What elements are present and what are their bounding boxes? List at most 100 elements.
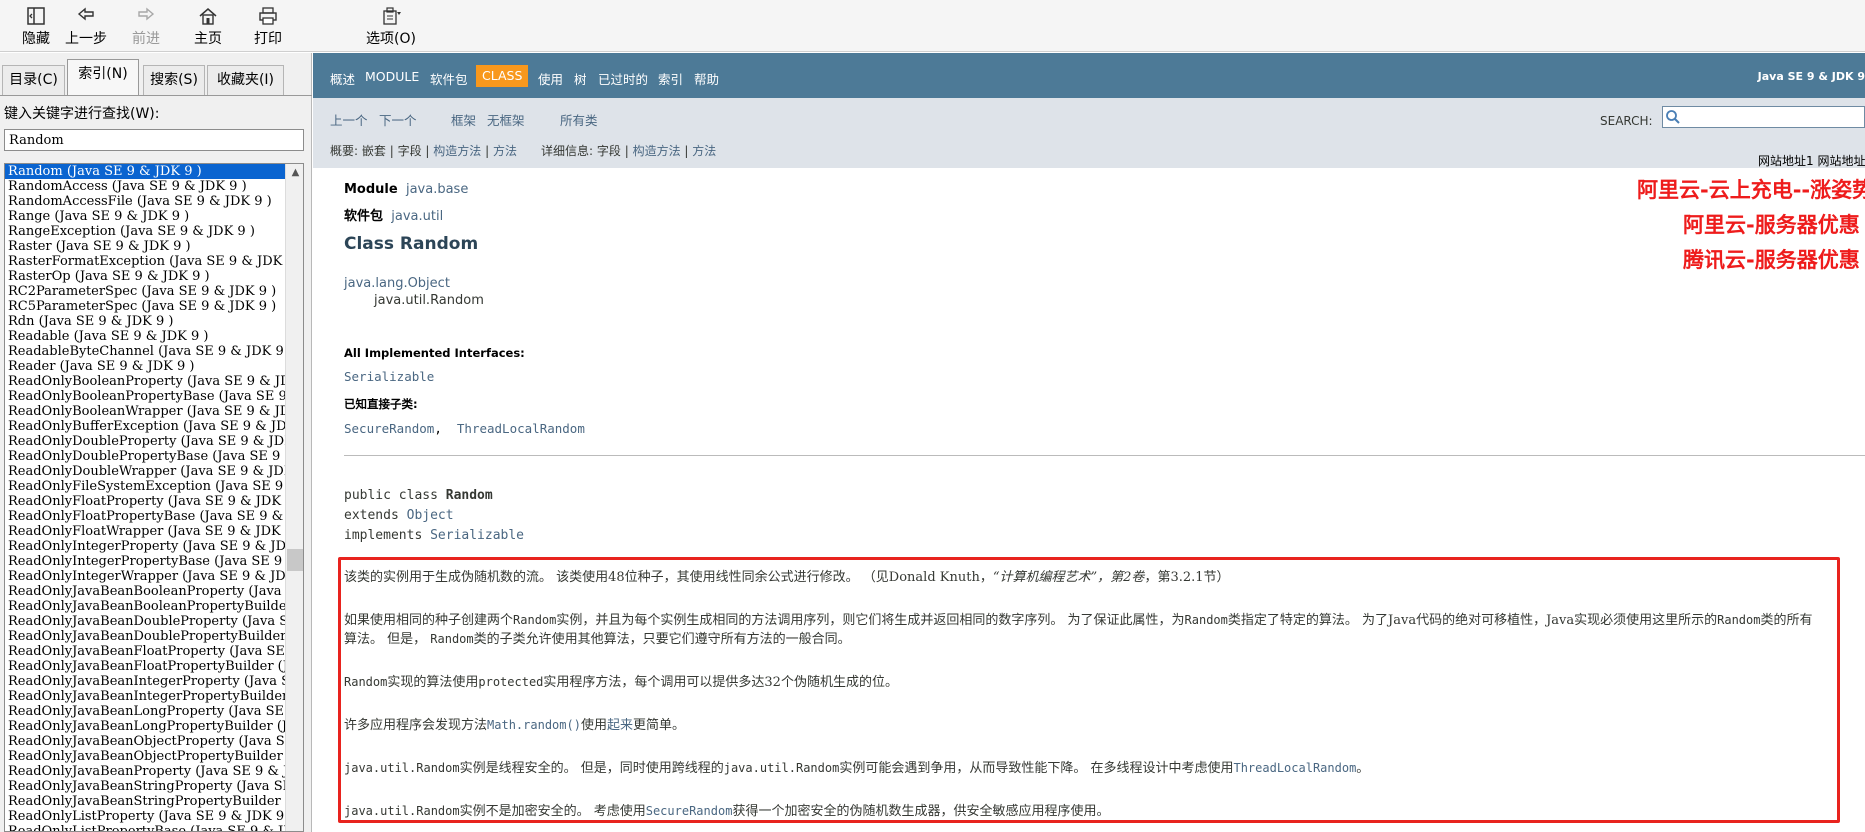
keyword-input[interactable] (4, 129, 304, 151)
index-list-item[interactable]: ReadOnlyJavaBeanIntegerProperty (Java SE… (5, 674, 285, 689)
securerandom-link[interactable]: SecureRandom (344, 421, 434, 436)
decl-object-link[interactable]: Object (407, 508, 454, 523)
index-list-item[interactable]: ReadOnlyBufferException (Java SE 9 & JDK… (5, 419, 285, 434)
index-list-item[interactable]: ReadOnlyJavaBeanBooleanProperty (Java SE… (5, 584, 285, 599)
module-link[interactable]: java.base (406, 182, 468, 197)
package-link[interactable]: java.util (391, 209, 443, 224)
index-list-item[interactable]: ReadOnlyJavaBeanLongPropertyBuilder (Jav… (5, 719, 285, 734)
index-list-item[interactable]: ReadOnlyJavaBeanStringProperty (Java SE … (5, 779, 285, 794)
print-button[interactable]: 打印 (232, 4, 304, 50)
index-list-item[interactable]: Range (Java SE 9 & JDK 9 ) (5, 209, 285, 224)
summary-constructor-link[interactable]: 构造方法 (433, 144, 481, 158)
index-list-item[interactable]: ReadOnlyJavaBeanDoublePropertyBuilder (J… (5, 629, 285, 644)
index-list-item[interactable]: RandomAccess (Java SE 9 & JDK 9 ) (5, 179, 285, 194)
nav-help[interactable]: 帮助 (694, 69, 719, 88)
index-list-item[interactable]: ReadOnlyDoubleProperty (Java SE 9 & JDK … (5, 434, 285, 449)
nav-tree[interactable]: 树 (574, 69, 587, 88)
scroll-up-arrow-icon[interactable]: ▲ (286, 164, 303, 182)
sub-nav-bar: 上一个 下一个 框架 无框架 所有类 概要: 嵌套 | 字段 | 构造方法 | … (313, 98, 1865, 168)
p4-link[interactable]: 起来 (607, 718, 633, 733)
package-label: 软件包 (344, 209, 384, 224)
decl-serializable-link[interactable]: Serializable (430, 528, 524, 543)
index-list-item[interactable]: ReadOnlyJavaBeanStringPropertyBuilder (J… (5, 794, 285, 809)
nav-use[interactable]: 使用 (538, 69, 563, 88)
index-list-item[interactable]: ReadableByteChannel (Java SE 9 & JDK 9 ) (5, 344, 285, 359)
index-list-item[interactable]: ReadOnlyFileSystemException (Java SE 9 &… (5, 479, 285, 494)
frames-link[interactable]: 框架 (451, 110, 476, 129)
options-button[interactable]: 选项(O) (354, 4, 428, 50)
index-list-item[interactable]: RasterFormatException (Java SE 9 & JDK 9… (5, 254, 285, 269)
index-list-item[interactable]: ReadOnlyListProperty (Java SE 9 & JDK 9 … (5, 809, 285, 824)
index-list-item[interactable]: ReadOnlyIntegerProperty (Java SE 9 & JDK… (5, 539, 285, 554)
nav-module[interactable]: MODULE (365, 69, 419, 84)
detail-method-link[interactable]: 方法 (692, 144, 716, 158)
inheritance-parent-link[interactable]: java.lang.Object (344, 276, 450, 291)
math-random-link[interactable]: Math.random() (487, 718, 581, 732)
securerandom-inline-link[interactable]: SecureRandom (646, 804, 733, 818)
threadlocalrandom-inline-link[interactable]: ThreadLocalRandom (1233, 761, 1356, 775)
index-list-item[interactable]: ReadOnlyJavaBeanIntegerPropertyBuilder (… (5, 689, 285, 704)
index-list-item[interactable]: ReadOnlyIntegerWrapper (Java SE 9 & JDK … (5, 569, 285, 584)
p5-text-c: 。 (1356, 761, 1370, 776)
index-list-item[interactable]: ReadOnlyFloatWrapper (Java SE 9 & JDK 9 … (5, 524, 285, 539)
all-classes-link[interactable]: 所有类 (560, 110, 598, 129)
index-list-item[interactable]: Raster (Java SE 9 & JDK 9 ) (5, 239, 285, 254)
index-list-item[interactable]: Reader (Java SE 9 & JDK 9 ) (5, 359, 285, 374)
nav-package[interactable]: 软件包 (430, 69, 468, 88)
detail-constructor-link[interactable]: 构造方法 (633, 144, 681, 158)
index-list-item[interactable]: ReadOnlyFloatProperty (Java SE 9 & JDK 9… (5, 494, 285, 509)
index-scrollbar[interactable]: ▲ (285, 164, 303, 831)
tab-search[interactable]: 搜索(S) (143, 65, 205, 95)
index-list-item[interactable]: ReadOnlyJavaBeanLongProperty (Java SE 9 … (5, 704, 285, 719)
index-list-item[interactable]: ReadOnlyIntegerPropertyBase (Java SE 9 &… (5, 554, 285, 569)
index-list-item[interactable]: ReadOnlyDoublePropertyBase (Java SE 9 & … (5, 449, 285, 464)
prev-class-link[interactable]: 上一个 (330, 110, 368, 129)
index-listbox[interactable]: Random (Java SE 9 & JDK 9 ) RandomAccess … (4, 163, 304, 832)
index-list-item[interactable]: Readable (Java SE 9 & JDK 9 ) (5, 329, 285, 344)
index-list-item[interactable]: ReadOnlyJavaBeanFloatProperty (Java SE 9… (5, 644, 285, 659)
index-list-item[interactable]: Rdn (Java SE 9 & JDK 9 ) (5, 314, 285, 329)
tab-contents[interactable]: 目录(C) (2, 65, 65, 95)
nav-deprecated[interactable]: 已过时的 (598, 69, 648, 88)
tab-index[interactable]: 索引(N) (67, 59, 139, 96)
index-list-item[interactable]: ReadOnlyBooleanProperty (Java SE 9 & JDK… (5, 374, 285, 389)
ad-link-3[interactable]: 腾讯云-服务器优惠 (1683, 244, 1860, 274)
p5-text-a: 实例是线程安全的。 但是，同时使用跨线程的 (459, 761, 724, 776)
index-list-item[interactable]: RangeException (Java SE 9 & JDK 9 ) (5, 224, 285, 239)
summary-method-link[interactable]: 方法 (493, 144, 517, 158)
index-list-item[interactable]: Random (Java SE 9 & JDK 9 ) (5, 164, 285, 179)
class-declaration: public class Random extends Object imple… (344, 486, 524, 546)
section-divider (344, 455, 1865, 456)
serializable-link[interactable]: Serializable (344, 369, 434, 384)
index-list-item[interactable]: ReadOnlyDoubleWrapper (Java SE 9 & JDK 9… (5, 464, 285, 479)
index-list-item[interactable]: RC5ParameterSpec (Java SE 9 & JDK 9 ) (5, 299, 285, 314)
p2-code-1: Random (513, 613, 557, 627)
index-list-item[interactable]: ReadOnlyBooleanWrapper (Java SE 9 & JDK … (5, 404, 285, 419)
index-list-item[interactable]: ReadOnlyJavaBeanObjectPropertyBuilder (J… (5, 749, 285, 764)
ad-link-1[interactable]: 阿里云-云上充电--涨姿势 (1637, 174, 1865, 204)
next-class-link[interactable]: 下一个 (379, 110, 417, 129)
index-list-item[interactable]: ReadOnlyFloatPropertyBase (Java SE 9 & J… (5, 509, 285, 524)
ad-link-2[interactable]: 阿里云-服务器优惠 (1683, 209, 1860, 239)
tab-favorites[interactable]: 收藏夹(I) (207, 65, 284, 95)
index-list-item[interactable]: ReadOnlyBooleanPropertyBase (Java SE 9 &… (5, 389, 285, 404)
detail-label: 详细信息: (541, 144, 594, 158)
index-list-item[interactable]: ReadOnlyJavaBeanBooleanPropertyBuilder (… (5, 599, 285, 614)
nav-index[interactable]: 索引 (658, 69, 683, 88)
index-list-item[interactable]: RandomAccessFile (Java SE 9 & JDK 9 ) (5, 194, 285, 209)
threadlocalrandom-link[interactable]: ThreadLocalRandom (457, 421, 585, 436)
index-list-item[interactable]: ReadOnlyJavaBeanObjectProperty (Java SE … (5, 734, 285, 749)
index-list-item[interactable]: ReadOnlyJavaBeanProperty (Java SE 9 & JD… (5, 764, 285, 779)
site-address-links[interactable]: 网站地址1 网站地址2 (1758, 152, 1865, 169)
decl-implements: implements (344, 528, 431, 543)
scrollbar-thumb[interactable] (287, 549, 303, 571)
index-list-item[interactable]: ReadOnlyJavaBeanDoubleProperty (Java SE … (5, 614, 285, 629)
index-list-item[interactable]: RasterOp (Java SE 9 & JDK 9 ) (5, 269, 285, 284)
index-list-item[interactable]: RC2ParameterSpec (Java SE 9 & JDK 9 ) (5, 284, 285, 299)
no-frames-link[interactable]: 无框架 (487, 110, 525, 129)
print-label: 打印 (254, 31, 282, 47)
search-input[interactable] (1662, 106, 1865, 128)
index-list-item[interactable]: ReadOnlyListPropertyBase (Java SE 9 & JD… (5, 824, 285, 831)
index-list-item[interactable]: ReadOnlyJavaBeanFloatPropertyBuilder (Ja… (5, 659, 285, 674)
nav-overview[interactable]: 概述 (330, 69, 355, 88)
